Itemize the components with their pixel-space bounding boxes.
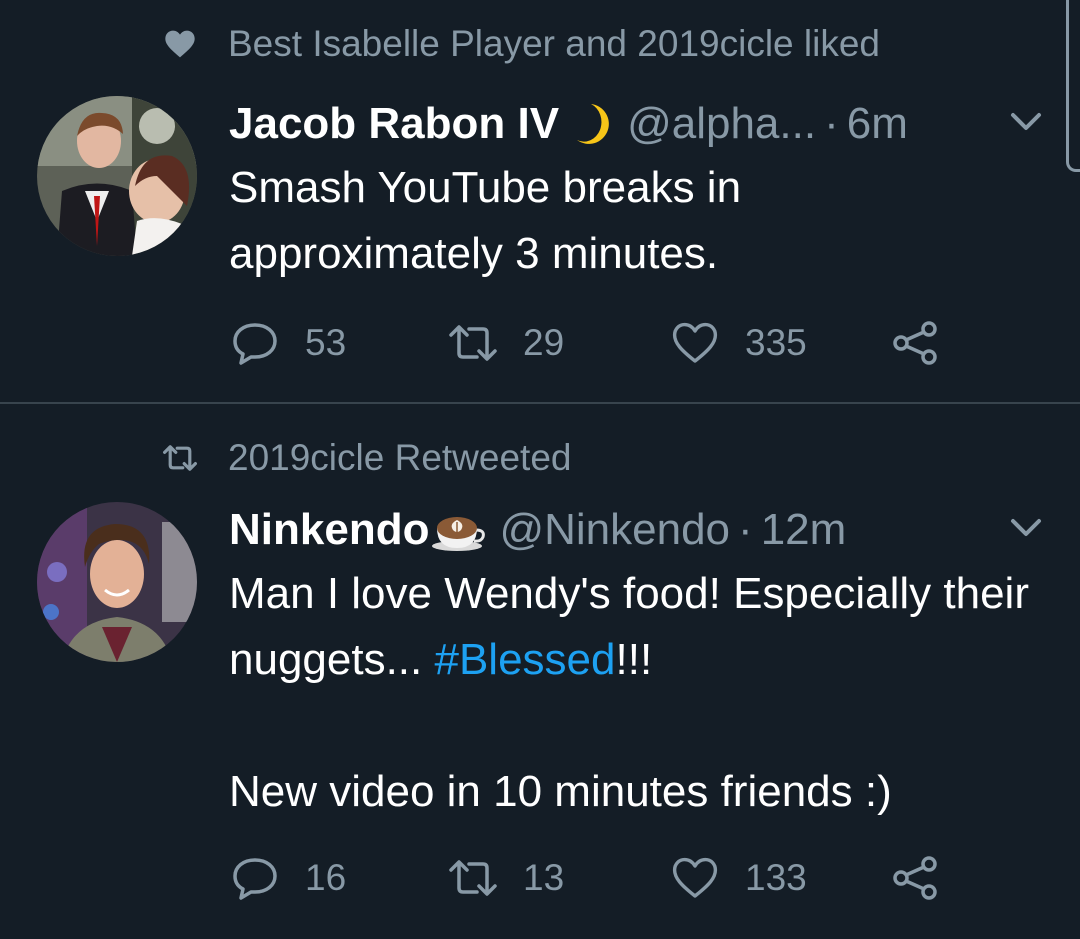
like-count: 133 — [745, 857, 807, 898]
like-count: 335 — [745, 322, 807, 363]
heart-outline-icon — [669, 317, 721, 369]
tweet[interactable]: 2019cicle Retweeted Ninkendo @Ninkendo ·… — [0, 404, 1080, 939]
timestamp[interactable]: 12m — [761, 505, 847, 555]
avatar[interactable] — [37, 502, 197, 662]
tweet[interactable]: Best Isabelle Player and 2019cicle liked… — [0, 0, 1080, 404]
reply-count: 16 — [305, 857, 347, 898]
tweet-actions: 16 13 133 — [229, 852, 989, 904]
timestamp[interactable]: 6m — [847, 99, 908, 149]
share-button[interactable] — [889, 852, 965, 904]
tweet-header: Jacob Rabon IV @alpha... · 6m — [229, 94, 990, 154]
like-button[interactable]: 335 — [669, 317, 807, 369]
social-context-text: Best Isabelle Player and 2019cicle liked — [228, 23, 880, 64]
heart-outline-icon — [669, 852, 721, 904]
retweet-icon — [447, 317, 499, 369]
hashtag-link[interactable]: #Blessed — [434, 635, 615, 684]
retweet-count: 29 — [523, 322, 565, 363]
retweet-count: 13 — [523, 857, 565, 898]
reply-button[interactable]: 53 — [229, 317, 346, 369]
handle[interactable]: @alpha... — [627, 99, 816, 149]
heart-icon — [160, 24, 200, 64]
social-context: 2019cicle Retweeted — [160, 434, 572, 482]
reply-icon — [229, 317, 281, 369]
tweet-text: Smash YouTube breaks in approximately 3 … — [229, 155, 1049, 287]
share-icon — [889, 852, 941, 904]
chevron-down-icon[interactable] — [1006, 102, 1046, 142]
crescent-moon-icon — [573, 102, 613, 146]
reply-button[interactable]: 16 — [229, 852, 346, 904]
chevron-down-icon[interactable] — [1006, 508, 1046, 548]
tweet-text-line: Smash YouTube breaks in — [229, 163, 742, 212]
tweet-text-paragraph: New video in 10 minutes friends :) — [229, 767, 892, 816]
retweet-icon — [160, 438, 200, 478]
retweet-button[interactable]: 29 — [447, 317, 564, 369]
separator-dot: · — [824, 99, 839, 148]
reply-icon — [229, 852, 281, 904]
like-button[interactable]: 133 — [669, 852, 807, 904]
display-name[interactable]: Jacob Rabon IV — [229, 99, 559, 149]
avatar[interactable] — [37, 96, 197, 256]
share-icon — [889, 317, 941, 369]
handle[interactable]: @Ninkendo — [499, 505, 730, 555]
retweet-icon — [447, 852, 499, 904]
tweet-text: Man I love Wendy's food! Especially thei… — [229, 561, 1029, 825]
tweet-header: Ninkendo @Ninkendo · 12m — [229, 500, 990, 560]
latte-art-cup-icon — [431, 508, 486, 552]
social-context: Best Isabelle Player and 2019cicle liked — [160, 20, 880, 68]
separator-dot: · — [738, 505, 753, 554]
tweet-text-paragraph: Man I love Wendy's food! Especially thei… — [229, 561, 1029, 693]
tweet-actions: 53 29 335 — [229, 317, 989, 369]
tweet-text-segment: !!! — [615, 635, 653, 684]
share-button[interactable] — [889, 317, 965, 369]
social-context-text: 2019cicle Retweeted — [228, 437, 572, 478]
display-name[interactable]: Ninkendo — [229, 505, 429, 555]
tweet-text-line: approximately 3 minutes. — [229, 229, 719, 278]
reply-count: 53 — [305, 322, 347, 363]
retweet-button[interactable]: 13 — [447, 852, 564, 904]
